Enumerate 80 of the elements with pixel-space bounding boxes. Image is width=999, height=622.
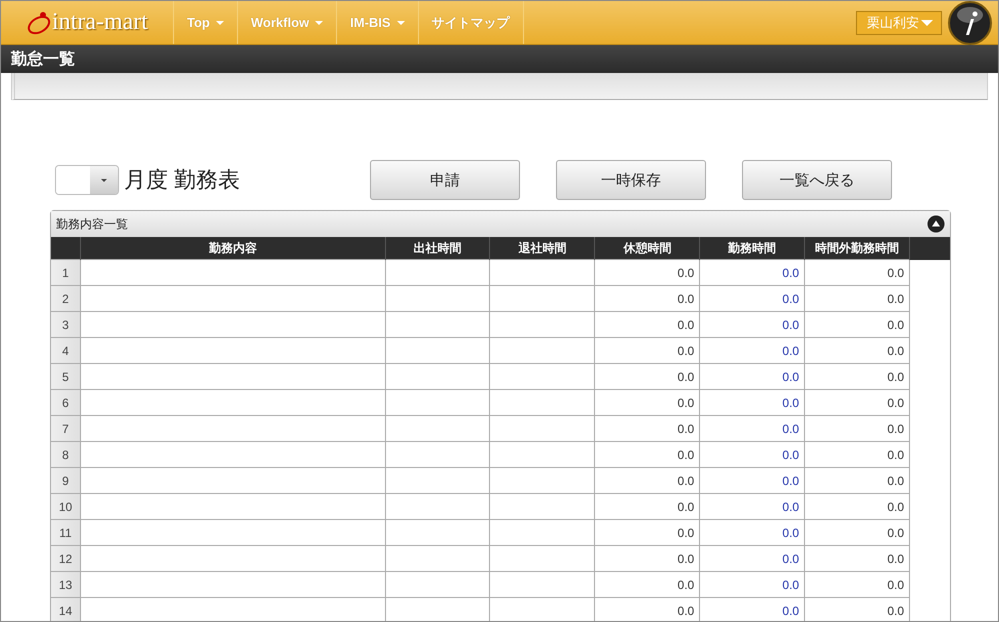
table-cell: 0.0 [887,578,904,592]
table-cell: 0.0 [678,344,694,358]
table-cell: 0.0 [782,318,800,332]
row-number: 13 [51,572,80,598]
row-number: 3 [51,312,80,338]
menu-item[interactable]: IM-BIS [336,1,418,44]
table-cell: 0.0 [678,604,694,618]
table-cell: 0.0 [678,266,694,280]
table-cell: 0.0 [887,552,904,566]
table-cell: 0.0 [782,500,800,514]
page-title: 勤怠一覧 [11,49,75,70]
table-cell: 0.0 [678,526,694,540]
menu-item[interactable]: サイトマップ [418,1,524,44]
row-number: 11 [51,520,80,546]
table-cell: 0.0 [782,474,800,488]
table-cell: 0.0 [782,448,800,462]
action-button[interactable]: 一覧へ戻る [742,160,892,200]
table-cell: 0.0 [887,604,904,618]
table-cell: 0.0 [782,292,800,306]
table-cell: 0.0 [782,422,800,436]
table-cell: 0.0 [887,292,904,306]
row-number: 2 [51,286,80,312]
caret-icon [921,20,933,26]
panel-title: 勤務内容一覧 [56,216,128,232]
table-cell: 0.0 [782,396,800,410]
column-header: 勤務時間 [700,237,805,260]
table-cell: 0.0 [887,474,904,488]
column-header: 退社時間 [490,237,595,260]
column-header: 出社時間 [385,237,490,260]
column-header: 休憩時間 [594,237,700,260]
row-number: 1 [51,260,80,286]
action-button[interactable]: 一時保存 [556,160,706,200]
table-cell: 0.0 [887,396,904,410]
table-cell: 0.0 [782,526,800,540]
table-cell: 0.0 [887,344,904,358]
table-cell: 0.0 [887,266,904,280]
swoosh-icon [26,10,52,36]
table-cell: 0.0 [887,500,904,514]
table-cell: 0.0 [678,448,694,462]
table-cell: 0.0 [678,552,694,566]
table-cell: 0.0 [678,370,694,384]
table-cell: 0.0 [678,318,694,332]
table-cell: 0.0 [678,500,694,514]
table-cell: 0.0 [678,396,694,410]
caret-icon [101,178,107,182]
logo[interactable]: intra-mart [1,1,173,44]
table-cell: 0.0 [678,474,694,488]
row-number: 5 [51,364,80,390]
table-cell: 0.0 [887,422,904,436]
row-number: 10 [51,494,80,520]
logo-text: intra-mart [52,9,148,36]
table-cell: 0.0 [887,318,904,332]
row-number: 8 [51,442,80,468]
table-cell: 0.0 [678,422,694,436]
table-cell: 0.0 [782,552,800,566]
table-cell: 0.0 [782,344,800,358]
row-number: 9 [51,468,80,494]
row-number: 7 [51,416,80,442]
table-cell: 0.0 [782,266,800,280]
menu-item[interactable]: Workflow [236,1,336,44]
menu-item[interactable]: Top [173,1,237,44]
sheet-title: 月度 勤務表 [124,166,240,194]
table-cell: 0.0 [887,370,904,384]
action-button[interactable]: 申請 [370,160,520,200]
table-cell: 0.0 [678,578,694,592]
column-header: 時間外勤務時間 [804,237,910,260]
row-number: 12 [51,546,80,572]
row-number: 14 [51,598,80,621]
collapse-icon[interactable] [927,215,945,233]
info-icon[interactable] [948,1,992,44]
table-cell: 0.0 [782,370,800,384]
row-number: 4 [51,338,80,364]
table-cell: 0.0 [887,448,904,462]
table-cell: 0.0 [887,526,904,540]
column-header: 勤務内容 [80,237,386,260]
row-number: 6 [51,390,80,416]
table-cell: 0.0 [678,292,694,306]
table-cell: 0.0 [782,604,800,618]
table-cell: 0.0 [782,578,800,592]
user-dropdown[interactable]: 栗山利安 [856,10,942,34]
